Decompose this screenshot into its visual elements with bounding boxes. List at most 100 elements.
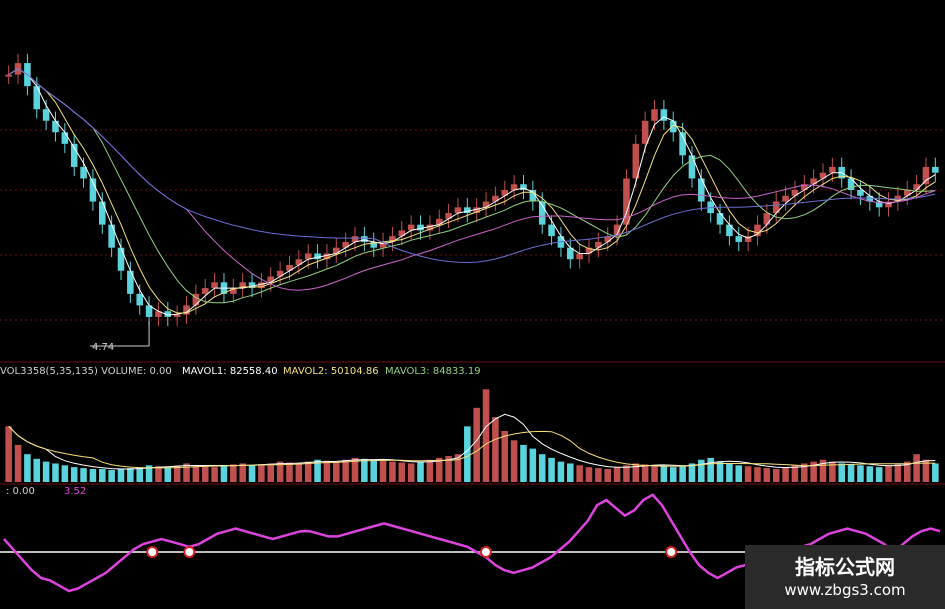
volume-bar [407, 463, 415, 482]
watermark-title: 指标公式网 [795, 555, 895, 579]
volume-bar [894, 463, 902, 482]
volume-bar [772, 469, 780, 482]
price-panel [0, 53, 945, 485]
volume-bar [99, 469, 106, 482]
volume-bar [754, 467, 761, 482]
volume-bar [679, 465, 686, 482]
volume-bar [604, 469, 611, 482]
volume-bar [5, 426, 12, 482]
candle-body [117, 247, 125, 271]
candle-body [857, 190, 864, 196]
candle-body [173, 314, 181, 317]
mavol3-label: MAVOL3: 84833.19 [385, 366, 481, 377]
volume-bar [398, 462, 406, 482]
volume-bar [651, 465, 658, 482]
candle-body [782, 195, 789, 202]
candle-body [829, 166, 836, 173]
volume-bar [24, 454, 31, 482]
watermark: 指标公式网 www.zbgs3.com [745, 545, 945, 609]
volume-bar [847, 464, 855, 482]
volume-bar [342, 459, 349, 482]
volume-panel [5, 389, 939, 482]
volume-bar [89, 469, 97, 482]
crossover-marker [183, 546, 196, 558]
volume-bar [698, 459, 705, 482]
volume-bar [726, 463, 733, 482]
volume-bar [389, 461, 396, 482]
volume-bar [641, 464, 649, 482]
volume-bar [164, 467, 172, 482]
volume-bar [885, 465, 892, 482]
volume-bar [108, 469, 115, 482]
candle-body [5, 74, 12, 77]
candle-body [127, 270, 134, 294]
candle-body [548, 224, 555, 237]
volume-bar [613, 467, 621, 482]
volume-bar [192, 465, 200, 482]
volume-bar [370, 459, 377, 482]
volume-bar [127, 468, 134, 482]
volume-bar [567, 463, 574, 482]
volume-bar [33, 458, 41, 482]
volume-bar [230, 464, 237, 482]
volume-bar [520, 444, 527, 482]
moving-average-line [8, 68, 936, 264]
volume-bar [42, 461, 50, 482]
volume-bar [211, 467, 218, 482]
crossover-marker [146, 546, 159, 558]
volume-bar [913, 454, 920, 482]
candle-body [201, 288, 209, 294]
volume-bar [932, 463, 939, 482]
volume-bar [529, 448, 537, 482]
volume-bar [660, 466, 668, 482]
volume-bar [117, 469, 125, 482]
candle-body [33, 86, 41, 110]
candle-body [651, 109, 658, 121]
candle-body [435, 218, 443, 225]
volume-bar [304, 461, 312, 482]
volume-bar [576, 465, 583, 482]
candle-body [61, 132, 69, 144]
volume-bar [735, 465, 743, 482]
volume-bar [716, 461, 724, 482]
volume-bar [323, 460, 331, 482]
candle-body [698, 178, 705, 202]
indicator-value-label: 3.52 [64, 486, 86, 497]
candle-body [641, 120, 649, 144]
volume-label: VOL3358(5,35,135) VOLUME: 0.00 [0, 366, 172, 377]
volume-average-line [8, 413, 936, 470]
volume-bar [464, 426, 471, 482]
volume-bar [548, 457, 555, 482]
moving-average-line [8, 68, 936, 291]
volume-bar [239, 463, 246, 482]
watermark-url: www.zbgs3.com [784, 581, 906, 599]
volume-bar [183, 463, 190, 482]
volume-bar [426, 459, 434, 482]
candle-body [716, 213, 724, 225]
volume-bar [838, 463, 845, 482]
candle-body [52, 120, 59, 133]
volume-bar [80, 468, 87, 482]
stock-chart: VOL3358(5,35,135) VOLUME: 0.00 MAVOL1: 8… [0, 53, 945, 593]
candle-body [136, 293, 143, 306]
volume-bar [14, 444, 22, 482]
volume-bar [295, 463, 303, 482]
volume-bar [220, 465, 228, 482]
volume-bar [286, 462, 293, 482]
low-price-annotation: 4.74 [92, 342, 114, 353]
indicator-base-label: : 0.00 [6, 486, 35, 497]
volume-bar [379, 460, 387, 482]
mavol2-label: MAVOL2: 50104.86 [283, 366, 379, 377]
crossover-marker [479, 546, 492, 558]
candle-body [464, 207, 471, 214]
volume-bar [782, 467, 789, 482]
volume-average-line [8, 426, 936, 469]
crossover-marker [665, 546, 678, 558]
volume-bar [501, 431, 509, 482]
volume-bar [866, 466, 874, 482]
volume-bar [201, 466, 209, 482]
candle-body [669, 120, 677, 133]
volume-bar [155, 466, 162, 482]
volume-bar [61, 465, 69, 482]
candle-body [42, 109, 50, 121]
